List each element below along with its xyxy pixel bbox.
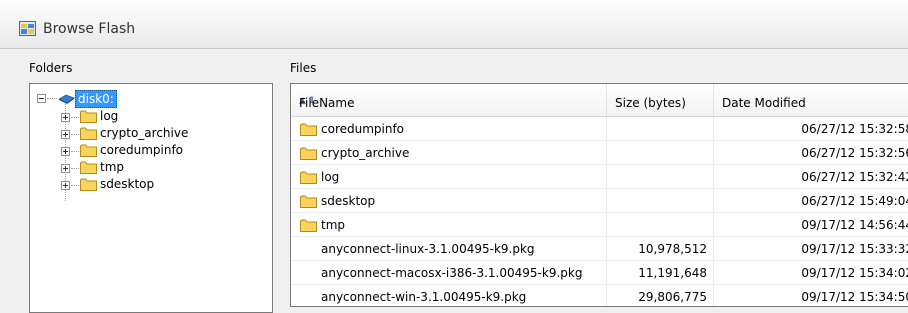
file-date: 09/17/12 14:56:44 bbox=[714, 214, 908, 237]
table-row[interactable]: log 06/27/12 15:32:42 bbox=[291, 166, 908, 189]
tree-item-label: log bbox=[100, 109, 119, 123]
file-size bbox=[607, 190, 714, 213]
file-name: sdesktop bbox=[321, 194, 376, 208]
files-table[interactable]: ▲ 1 FileName Size (bytes) Date Modified … bbox=[290, 83, 908, 307]
file-date: 06/27/12 15:32:58 bbox=[714, 118, 908, 141]
window-title: Browse Flash bbox=[43, 21, 136, 37]
table-row[interactable]: tmp 09/17/12 14:56:44 bbox=[291, 214, 908, 237]
folder-icon bbox=[80, 178, 97, 191]
file-date: 09/17/12 15:33:32 bbox=[714, 238, 908, 261]
filename-cell: sdesktop bbox=[291, 190, 607, 213]
expand-icon[interactable] bbox=[61, 164, 70, 173]
filename-cell: coredumpinfo bbox=[291, 118, 607, 141]
tree-item-label: tmp bbox=[100, 160, 125, 174]
folder-icon bbox=[300, 195, 317, 208]
expand-icon[interactable] bbox=[61, 147, 70, 156]
folder-tree[interactable]: disk0: log crypto_archive coredumpinfo t… bbox=[29, 83, 273, 313]
filename-cell: anyconnect-win-3.1.00495-k9.pkg bbox=[291, 286, 607, 306]
tree-item-coredumpinfo[interactable]: coredumpinfo bbox=[30, 142, 270, 159]
folder-icon bbox=[300, 147, 317, 160]
expand-icon[interactable] bbox=[61, 130, 70, 139]
tree-item-label: coredumpinfo bbox=[100, 143, 184, 157]
folders-label: Folders bbox=[29, 61, 73, 75]
file-date: 09/17/12 15:34:50 bbox=[714, 286, 908, 306]
disk-icon bbox=[58, 94, 75, 104]
column-header-label: Size (bytes) bbox=[615, 96, 686, 110]
folder-icon bbox=[80, 110, 97, 123]
file-name: coredumpinfo bbox=[321, 122, 405, 136]
file-size: 11,191,648 bbox=[607, 262, 714, 285]
column-header-label: FileName bbox=[299, 96, 355, 110]
table-header: ▲ 1 FileName Size (bytes) Date Modified bbox=[291, 84, 908, 117]
file-size bbox=[607, 166, 714, 189]
folder-icon bbox=[80, 161, 97, 174]
table-row[interactable]: sdesktop 06/27/12 15:49:04 bbox=[291, 190, 908, 213]
tree-item-crypto-archive[interactable]: crypto_archive bbox=[30, 125, 270, 142]
tree-item-label: sdesktop bbox=[100, 177, 155, 191]
file-name: tmp bbox=[321, 218, 346, 232]
tree-connector bbox=[71, 117, 79, 118]
filename-cell: log bbox=[291, 166, 607, 189]
files-label: Files bbox=[290, 61, 317, 75]
table-row[interactable]: anyconnect-win-3.1.00495-k9.pkg 29,806,7… bbox=[291, 286, 908, 306]
file-name: crypto_archive bbox=[321, 146, 410, 160]
column-header-filename[interactable]: ▲ 1 FileName bbox=[291, 84, 607, 116]
collapse-icon[interactable] bbox=[37, 94, 46, 103]
file-date: 06/27/12 15:32:56 bbox=[714, 142, 908, 165]
filename-cell: tmp bbox=[291, 214, 607, 237]
tree-connector bbox=[71, 134, 79, 135]
file-size bbox=[607, 118, 714, 141]
file-name: anyconnect-linux-3.1.00495-k9.pkg bbox=[321, 242, 535, 256]
file-size bbox=[607, 142, 714, 165]
folder-icon bbox=[300, 219, 317, 232]
folder-icon bbox=[80, 127, 97, 140]
column-header-date-modified[interactable]: Date Modified bbox=[714, 84, 908, 116]
tree-item-label: crypto_archive bbox=[100, 126, 189, 140]
file-size bbox=[607, 214, 714, 237]
tree-item-tmp[interactable]: tmp bbox=[30, 159, 270, 176]
expand-icon[interactable] bbox=[61, 181, 70, 190]
tree-item-sdesktop[interactable]: sdesktop bbox=[30, 176, 270, 193]
file-date: 09/17/12 15:34:02 bbox=[714, 262, 908, 285]
table-row[interactable]: anyconnect-macosx-i386-3.1.00495-k9.pkg … bbox=[291, 262, 908, 285]
column-header-size[interactable]: Size (bytes) bbox=[607, 84, 714, 116]
folder-icon bbox=[300, 171, 317, 184]
folder-icon bbox=[80, 144, 97, 157]
tree-connector bbox=[71, 185, 79, 186]
title-bar: Browse Flash bbox=[0, 0, 908, 49]
folder-icon bbox=[300, 123, 317, 136]
file-name: anyconnect-win-3.1.00495-k9.pkg bbox=[321, 290, 527, 304]
table-row[interactable]: crypto_archive 06/27/12 15:32:56 bbox=[291, 142, 908, 165]
file-size: 10,978,512 bbox=[607, 238, 714, 261]
table-row[interactable]: coredumpinfo 06/27/12 15:32:58 bbox=[291, 118, 908, 141]
file-size: 29,806,775 bbox=[607, 286, 714, 306]
tree-item-label: disk0: bbox=[75, 90, 117, 108]
tree-item-root[interactable]: disk0: bbox=[30, 90, 270, 108]
file-date: 06/27/12 15:32:42 bbox=[714, 166, 908, 189]
file-name: anyconnect-macosx-i386-3.1.00495-k9.pkg bbox=[321, 266, 583, 280]
tree-connector bbox=[71, 151, 79, 152]
expand-icon[interactable] bbox=[61, 113, 70, 122]
file-name: log bbox=[321, 170, 340, 184]
filename-cell: anyconnect-macosx-i386-3.1.00495-k9.pkg bbox=[291, 262, 607, 285]
file-date: 06/27/12 15:49:04 bbox=[714, 190, 908, 213]
tree-item-log[interactable]: log bbox=[30, 108, 270, 125]
filename-cell: crypto_archive bbox=[291, 142, 607, 165]
filename-cell: anyconnect-linux-3.1.00495-k9.pkg bbox=[291, 238, 607, 261]
tree-connector bbox=[47, 98, 57, 99]
table-row[interactable]: anyconnect-linux-3.1.00495-k9.pkg 10,978… bbox=[291, 238, 908, 261]
browse-flash-icon bbox=[19, 21, 36, 36]
tree-connector bbox=[71, 168, 79, 169]
column-header-label: Date Modified bbox=[722, 96, 806, 110]
